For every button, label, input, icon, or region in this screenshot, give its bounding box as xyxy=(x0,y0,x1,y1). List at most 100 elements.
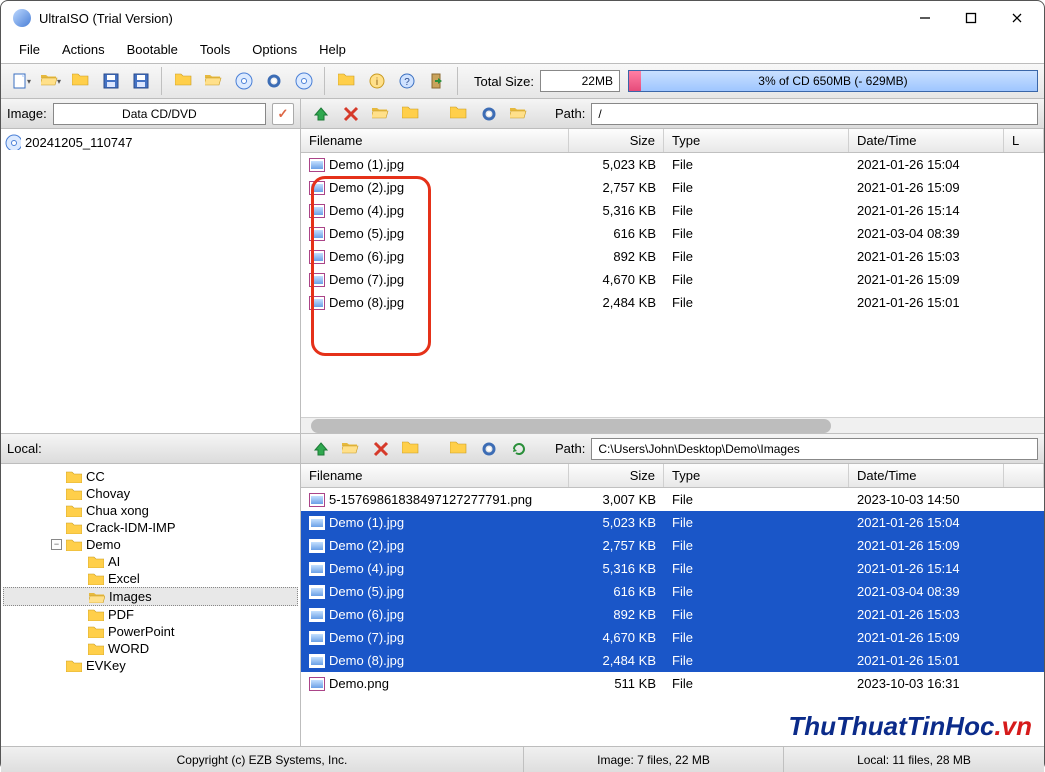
local-panel-bar: Local: xyxy=(1,434,300,464)
local-tree-item[interactable]: EVKey xyxy=(3,657,298,674)
menu-options[interactable]: Options xyxy=(242,38,307,61)
local-delete-button[interactable] xyxy=(367,435,395,463)
file-icon xyxy=(309,677,325,691)
file-icon xyxy=(309,227,325,241)
local-tree-item[interactable]: Chovay xyxy=(3,485,298,502)
image-file-row[interactable]: Demo (6).jpg892 KBFile2021-01-26 15:03 xyxy=(301,245,1044,268)
folder-icon xyxy=(66,659,82,672)
expand-toggle[interactable]: − xyxy=(51,539,62,550)
local-open-button[interactable] xyxy=(337,435,365,463)
local-tree-item[interactable]: −Demo xyxy=(3,536,298,553)
file-icon xyxy=(309,273,325,287)
total-size-value: 22MB xyxy=(540,70,620,92)
folder-icon xyxy=(66,504,82,517)
menu-tools[interactable]: Tools xyxy=(190,38,240,61)
add-files-button[interactable] xyxy=(170,67,198,95)
reload-button[interactable] xyxy=(67,67,95,95)
local-tree-item[interactable]: Crack-IDM-IMP xyxy=(3,519,298,536)
maximize-button[interactable] xyxy=(948,3,994,33)
image-list-header[interactable]: Filename Size Type Date/Time L xyxy=(301,129,1044,153)
info-button[interactable]: i xyxy=(363,67,391,95)
img-delete-button[interactable] xyxy=(337,100,365,128)
local-file-row[interactable]: Demo (7).jpg4,670 KBFile2021-01-26 15:09 xyxy=(301,626,1044,649)
menu-file[interactable]: File xyxy=(9,38,50,61)
svg-text:?: ? xyxy=(404,77,410,88)
img-folder-button[interactable] xyxy=(397,100,425,128)
local-tree-item[interactable]: PowerPoint xyxy=(3,623,298,640)
local-file-row[interactable]: Demo (8).jpg2,484 KBFile2021-01-26 15:01 xyxy=(301,649,1044,672)
mount-button[interactable] xyxy=(333,67,361,95)
image-file-row[interactable]: Demo (7).jpg4,670 KBFile2021-01-26 15:09 xyxy=(301,268,1044,291)
local-file-row[interactable]: Demo.png511 KBFile2023-10-03 16:31 xyxy=(301,672,1044,695)
file-icon xyxy=(309,562,325,576)
image-path-field[interactable]: / xyxy=(591,103,1038,125)
menu-help[interactable]: Help xyxy=(309,38,356,61)
exit-button[interactable] xyxy=(423,67,451,95)
image-file-list[interactable]: Filename Size Type Date/Time L Demo (1).… xyxy=(301,129,1044,433)
folder-icon xyxy=(88,625,104,638)
local-file-row[interactable]: Demo (5).jpg616 KBFile2021-03-04 08:39 xyxy=(301,580,1044,603)
image-list-hscroll[interactable] xyxy=(301,417,1044,433)
image-file-row[interactable]: Demo (2).jpg2,757 KBFile2021-01-26 15:09 xyxy=(301,176,1044,199)
image-file-row[interactable]: Demo (5).jpg616 KBFile2021-03-04 08:39 xyxy=(301,222,1044,245)
local-settings-button[interactable] xyxy=(475,435,503,463)
file-icon xyxy=(309,631,325,645)
local-file-row[interactable]: Demo (4).jpg5,316 KBFile2021-01-26 15:14 xyxy=(301,557,1044,580)
open-button[interactable]: ▾ xyxy=(37,67,65,95)
local-refresh-button[interactable] xyxy=(505,435,533,463)
file-icon xyxy=(309,654,325,668)
burn-button[interactable] xyxy=(290,67,318,95)
title-bar: UltraISO (Trial Version) xyxy=(1,1,1044,35)
local-tree-item[interactable]: CC xyxy=(3,468,298,485)
file-icon xyxy=(309,181,325,195)
local-file-row[interactable]: 5-15769861838497127277791.png3,007 KBFil… xyxy=(301,488,1044,511)
local-path-field[interactable]: C:\Users\John\Desktop\Demo\Images xyxy=(591,438,1038,460)
local-tree-item[interactable]: Images xyxy=(3,587,298,606)
new-button[interactable]: ▾ xyxy=(7,67,35,95)
folder-icon xyxy=(66,487,82,500)
local-tree-item[interactable]: WORD xyxy=(3,640,298,657)
folder-icon xyxy=(88,642,104,655)
local-file-row[interactable]: Demo (1).jpg5,023 KBFile2021-01-26 15:04 xyxy=(301,511,1044,534)
menu-actions[interactable]: Actions xyxy=(52,38,115,61)
local-file-row[interactable]: Demo (2).jpg2,757 KBFile2021-01-26 15:09 xyxy=(301,534,1044,557)
local-tree[interactable]: CCChovayChua xongCrack-IDM-IMP−DemoAIExc… xyxy=(1,464,300,746)
svg-text:i: i xyxy=(376,77,378,88)
status-copyright: Copyright (c) EZB Systems, Inc. xyxy=(1,747,524,772)
close-button[interactable] xyxy=(994,3,1040,33)
compress-button[interactable] xyxy=(260,67,288,95)
img-props-button[interactable] xyxy=(445,100,473,128)
local-file-row[interactable]: Demo (6).jpg892 KBFile2021-01-26 15:03 xyxy=(301,603,1044,626)
menu-bootable[interactable]: Bootable xyxy=(117,38,188,61)
save-button[interactable] xyxy=(97,67,125,95)
img-newfolder-button[interactable] xyxy=(367,100,395,128)
file-icon xyxy=(309,608,325,622)
img-up-button[interactable] xyxy=(307,100,335,128)
save-as-button[interactable] xyxy=(127,67,155,95)
image-file-row[interactable]: Demo (8).jpg2,484 KBFile2021-01-26 15:01 xyxy=(301,291,1044,314)
image-file-row[interactable]: Demo (4).jpg5,316 KBFile2021-01-26 15:14 xyxy=(301,199,1044,222)
local-tree-item[interactable]: Excel xyxy=(3,570,298,587)
make-bootable-button[interactable] xyxy=(230,67,258,95)
image-list-toolbar: Path: / xyxy=(301,99,1044,129)
image-tree-root[interactable]: 20241205_110747 xyxy=(3,133,298,151)
local-tree-item[interactable]: AI xyxy=(3,553,298,570)
media-type-dropdown[interactable]: Data CD/DVD xyxy=(53,103,266,125)
local-props-button[interactable] xyxy=(445,435,473,463)
help-button[interactable]: ? xyxy=(393,67,421,95)
local-file-list[interactable]: Filename Size Type Date/Time 5-157698618… xyxy=(301,464,1044,746)
local-path-label: Path: xyxy=(555,441,585,456)
img-hide-button[interactable] xyxy=(505,100,533,128)
local-tree-item[interactable]: Chua xong xyxy=(3,502,298,519)
extract-button[interactable] xyxy=(200,67,228,95)
minimize-button[interactable] xyxy=(902,3,948,33)
local-list-header[interactable]: Filename Size Type Date/Time xyxy=(301,464,1044,488)
file-icon xyxy=(309,158,325,172)
image-tree[interactable]: 20241205_110747 xyxy=(1,129,300,433)
local-up-button[interactable] xyxy=(307,435,335,463)
local-tree-item[interactable]: PDF xyxy=(3,606,298,623)
media-type-refresh-button[interactable]: ✓ xyxy=(272,103,294,125)
img-settings-button[interactable] xyxy=(475,100,503,128)
local-folder-button[interactable] xyxy=(397,435,425,463)
image-file-row[interactable]: Demo (1).jpg5,023 KBFile2021-01-26 15:04 xyxy=(301,153,1044,176)
